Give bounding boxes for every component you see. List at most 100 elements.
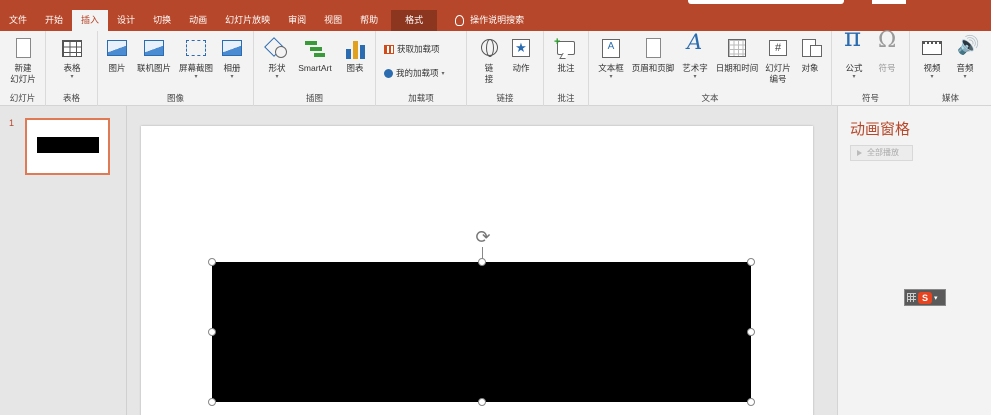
slide-thumbnail-pane: 1 (0, 106, 127, 415)
album-dropdown-icon: ▾ (230, 74, 234, 80)
smartart-label: SmartArt (298, 63, 332, 73)
shapes-icon (264, 37, 289, 61)
tab-home[interactable]: 开始 (36, 10, 72, 31)
pi-icon: π (844, 23, 862, 53)
play-all-button[interactable]: 全部播放 (850, 145, 913, 161)
link-label: 链 接 (484, 63, 494, 84)
textbox-button[interactable]: A 文本框 ▾ (595, 37, 627, 81)
header-footer-button[interactable]: 页眉和页脚 (628, 37, 678, 74)
screenshot-button[interactable]: 屏幕截图 ▾ (176, 37, 216, 81)
online-picture-button[interactable]: 联机图片 (132, 37, 176, 74)
equation-button[interactable]: π 公式 ▾ (840, 23, 868, 81)
photo-album-button[interactable]: 相册 ▾ (218, 37, 246, 81)
wordart-dropdown-icon: ▾ (693, 74, 697, 80)
ime-toolbar[interactable]: S ▾ (904, 289, 946, 306)
smartart-button[interactable]: SmartArt (292, 37, 338, 74)
screenshot-dropdown-icon: ▾ (194, 74, 198, 80)
calendar-icon (725, 37, 749, 61)
ime-menu-icon[interactable]: ▾ (934, 294, 938, 302)
tab-slideshow[interactable]: 幻灯片放映 (216, 10, 279, 31)
tab-animations[interactable]: 动画 (180, 10, 216, 31)
title-strip-controls (688, 0, 844, 4)
link-icon (477, 37, 501, 61)
datetime-label: 日期和时间 (715, 63, 759, 73)
tab-file[interactable]: 文件 (0, 10, 36, 31)
object-button[interactable]: 对象 (796, 37, 824, 74)
tab-design[interactable]: 设计 (108, 10, 144, 31)
resize-handle-top-right[interactable] (747, 258, 755, 266)
group-addins: 获取加载项 我的加载项 ▾ 加载项 (376, 31, 467, 106)
datetime-button[interactable]: 日期和时间 (712, 37, 762, 74)
resize-handle-right[interactable] (747, 328, 755, 336)
comment-icon: + (554, 37, 578, 61)
tab-review[interactable]: 审阅 (279, 10, 315, 31)
tell-me-search[interactable]: 操作说明搜索 (437, 10, 533, 31)
resize-handle-bottom-right[interactable] (747, 398, 755, 406)
screenshot-label: 屏幕截图 (178, 63, 213, 73)
rotate-handle-icon[interactable]: ⟳ (473, 227, 493, 247)
my-addins-label: 我的加载项 (396, 68, 439, 78)
shapes-dropdown-icon: ▾ (275, 74, 279, 80)
group-tables: 表格 ▾ 表格 (46, 31, 98, 106)
chart-label: 图表 (346, 63, 364, 73)
new-slide-icon (11, 37, 35, 61)
get-addins-button[interactable]: 获取加载项 (384, 43, 440, 55)
resize-handle-top-left[interactable] (208, 258, 216, 266)
symbol-button[interactable]: Ω 符号 (873, 28, 901, 74)
picture-icon (105, 37, 129, 61)
film-icon (920, 37, 944, 61)
group-media-label: 媒体 (941, 93, 959, 103)
video-button[interactable]: 视频 ▾ (918, 37, 946, 81)
slide-number-button[interactable]: # 幻灯片 编号 (762, 37, 794, 85)
title-strip-button[interactable] (872, 0, 906, 4)
textbox-label: 文本框 (598, 63, 624, 73)
photo-album-icon (220, 37, 244, 61)
audio-dropdown-icon: ▾ (963, 74, 967, 80)
group-images: 图片 联机图片 屏幕截图 ▾ 相册 ▾ 图像 (98, 31, 254, 106)
tab-insert[interactable]: 插入 (72, 10, 109, 31)
resize-handle-top[interactable] (478, 258, 486, 266)
resize-handle-bottom[interactable] (478, 398, 486, 406)
get-addins-label: 获取加载项 (397, 44, 440, 54)
slide-number-icon: # (766, 37, 790, 61)
tab-transitions[interactable]: 切换 (144, 10, 180, 31)
ime-grid-icon (907, 293, 916, 302)
speaker-icon: 🔊 (957, 35, 980, 55)
slide-thumbnail[interactable] (25, 118, 110, 175)
table-button[interactable]: 表格 ▾ (58, 37, 86, 81)
photo-album-label: 相册 (223, 63, 241, 73)
textbox-icon: A (599, 37, 623, 61)
chart-button[interactable]: 图表 (342, 37, 368, 74)
resize-handle-bottom-left[interactable] (208, 398, 216, 406)
play-all-label: 全部播放 (867, 148, 899, 157)
shapes-button[interactable]: 形状 ▾ (264, 37, 290, 81)
audio-button[interactable]: 🔊 音频 ▾ (951, 35, 980, 81)
tab-help[interactable]: 帮助 (351, 10, 387, 31)
picture-button[interactable]: 图片 (104, 37, 130, 74)
chart-icon (343, 37, 367, 61)
online-picture-icon (142, 37, 166, 61)
my-addins-dropdown-icon: ▾ (441, 70, 445, 77)
comment-button[interactable]: + 批注 (552, 37, 580, 74)
omega-icon: Ω (878, 28, 897, 53)
wordart-button[interactable]: A 艺术字 ▾ (678, 32, 712, 81)
slide-number-label: 幻灯片 编号 (765, 63, 791, 84)
video-dropdown-icon: ▾ (930, 74, 934, 80)
my-addins-icon (384, 68, 393, 78)
table-icon (60, 37, 84, 61)
equation-label: 公式 (845, 63, 863, 73)
link-button[interactable]: 链 接 (476, 37, 502, 85)
tab-format[interactable]: 格式 (391, 10, 438, 31)
video-label: 视频 (923, 63, 941, 73)
comment-label: 批注 (557, 63, 575, 73)
group-slides: 新建 幻灯片 幻灯片 (0, 31, 46, 106)
tab-view[interactable]: 视图 (315, 10, 351, 31)
table-dropdown-icon: ▾ (70, 74, 74, 80)
selected-rectangle-shape[interactable] (212, 262, 751, 402)
action-star-icon: ★ (509, 37, 533, 61)
new-slide-button[interactable]: 新建 幻灯片 (6, 37, 40, 85)
resize-handle-left[interactable] (208, 328, 216, 336)
my-addins-button[interactable]: 我的加载项 ▾ (384, 67, 445, 79)
slide-canvas[interactable]: ⟳ (141, 126, 813, 415)
action-button[interactable]: ★ 动作 (507, 37, 535, 74)
